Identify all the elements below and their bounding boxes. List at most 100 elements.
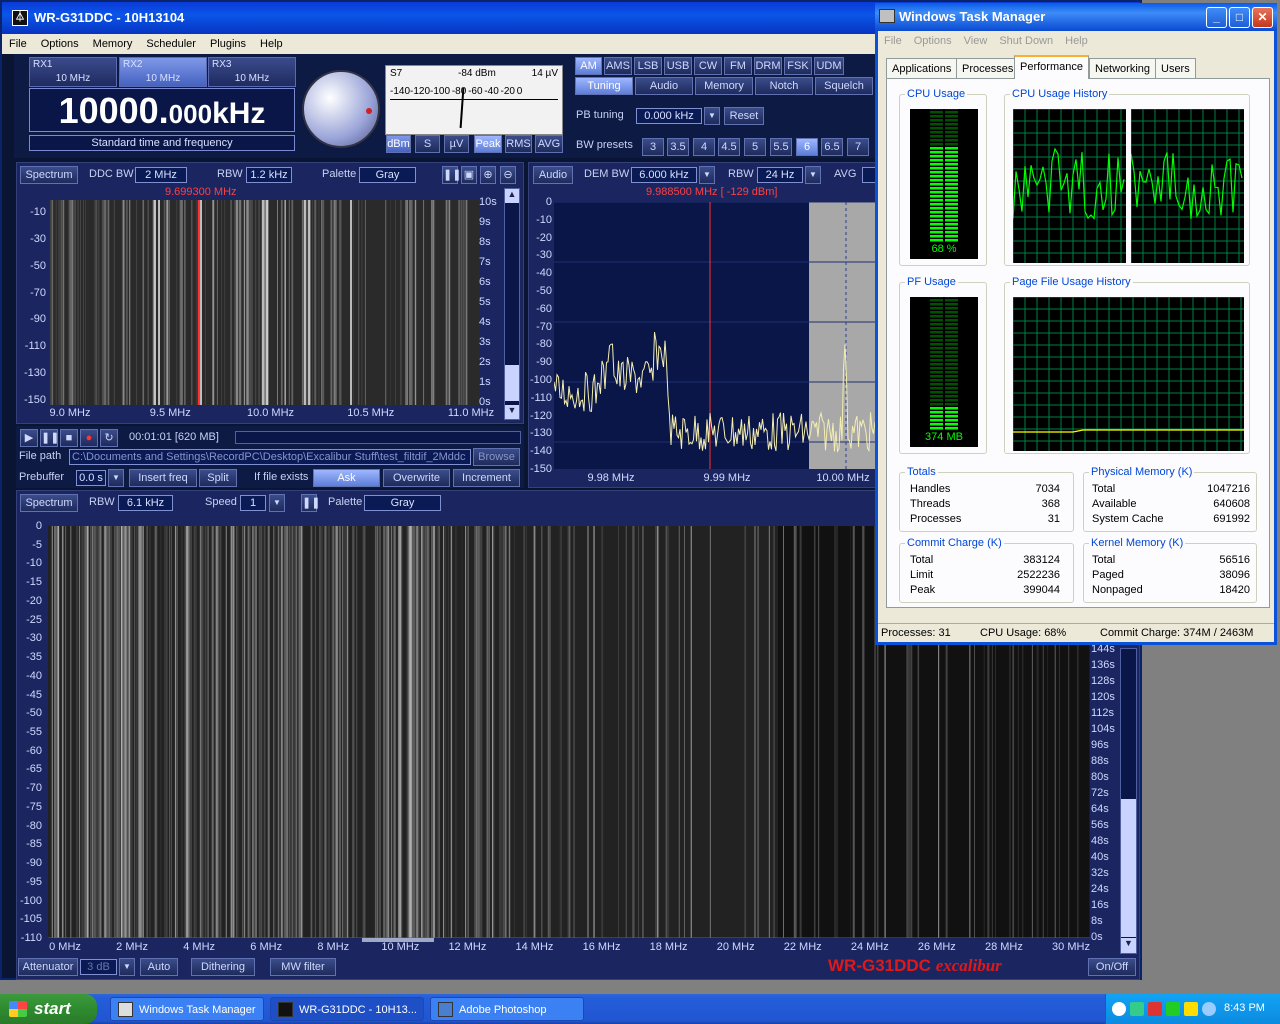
tray-security-icon[interactable]: [1148, 1002, 1162, 1016]
ddc-rbw-field[interactable]: 1.2 kHz: [246, 167, 292, 183]
pb-tuning-field[interactable]: 0.000 kHz: [636, 108, 702, 124]
menu-scheduler[interactable]: Scheduler: [139, 34, 203, 54]
tab-users[interactable]: Users: [1155, 58, 1196, 78]
bw-preset-button[interactable]: 3: [642, 138, 664, 156]
attenuator-dropdown-icon[interactable]: ▼: [119, 958, 135, 976]
insert-freq-button[interactable]: Insert freq: [129, 469, 197, 487]
audio-button[interactable]: Audio: [533, 166, 573, 184]
mode-fsk-button[interactable]: FSK: [784, 57, 812, 75]
on-off-button[interactable]: On/Off: [1088, 958, 1136, 976]
rx2-button[interactable]: RX2 10 MHz: [119, 57, 207, 87]
rx3-button[interactable]: RX3 10 MHz: [208, 57, 296, 87]
bw-preset-button[interactable]: 7: [847, 138, 869, 156]
rx1-button[interactable]: RX1 10 MHz: [29, 57, 117, 87]
bw-preset-button[interactable]: 4.5: [718, 138, 740, 156]
playback-slider[interactable]: [235, 431, 521, 444]
close-icon[interactable]: ✕: [1252, 7, 1273, 28]
ddc-waterfall[interactable]: [50, 200, 480, 405]
maximize-icon[interactable]: □: [1229, 7, 1250, 28]
mode-ams-button[interactable]: AMS: [604, 57, 632, 75]
ask-button[interactable]: Ask: [313, 469, 380, 487]
increment-button[interactable]: Increment: [453, 469, 520, 487]
meter-s-button[interactable]: S: [415, 135, 440, 153]
meter-rms-button[interactable]: RMS: [505, 135, 532, 153]
minimize-icon[interactable]: _: [1206, 7, 1227, 28]
wide-range-indicator[interactable]: [362, 938, 434, 942]
overwrite-button[interactable]: Overwrite: [383, 469, 450, 487]
tab-notch[interactable]: Notch: [755, 77, 813, 95]
tab-processes[interactable]: Processes: [956, 58, 1020, 78]
meter-uv-button[interactable]: µV: [444, 135, 469, 153]
tray-status-icon[interactable]: [1166, 1002, 1180, 1016]
dem-bw-field[interactable]: 6.000 kHz: [631, 167, 697, 183]
bw-preset-button[interactable]: 5: [744, 138, 766, 156]
start-button[interactable]: start: [0, 994, 97, 1024]
zoom-out-icon[interactable]: ⊖: [500, 166, 516, 184]
wide-palette-field[interactable]: Gray: [364, 495, 441, 511]
bw-preset-button[interactable]: 3.5: [667, 138, 689, 156]
reset-button[interactable]: Reset: [724, 107, 764, 125]
tab-performance[interactable]: Performance: [1014, 55, 1089, 79]
prebuffer-dropdown-icon[interactable]: ▼: [108, 469, 124, 487]
audio-rbw-field[interactable]: 24 Hz: [757, 167, 803, 183]
auto-button[interactable]: Auto: [140, 958, 178, 976]
scroll-down-icon[interactable]: ▼: [505, 405, 519, 419]
ddc-palette-field[interactable]: Gray: [359, 167, 416, 183]
meter-avg-button[interactable]: AVG: [535, 135, 563, 153]
ddc-bw-field[interactable]: 2 MHz: [135, 167, 187, 183]
menu-plugins[interactable]: Plugins: [203, 34, 253, 54]
rbw-dropdown-icon[interactable]: ▼: [805, 166, 821, 184]
wide-rbw-field[interactable]: 6.1 kHz: [118, 495, 173, 511]
play-icon[interactable]: ▶: [20, 429, 38, 447]
tm-menu-file[interactable]: File: [878, 31, 908, 51]
pause-icon[interactable]: ❚❚: [40, 429, 59, 447]
meter-peak-button[interactable]: Peak: [474, 135, 502, 153]
menu-options[interactable]: Options: [34, 34, 86, 54]
split-button[interactable]: Split: [199, 469, 237, 487]
tab-tuning[interactable]: Tuning: [575, 77, 633, 95]
taskbar-task-manager[interactable]: Windows Task Manager: [110, 997, 264, 1021]
tab-memory[interactable]: Memory: [695, 77, 753, 95]
bw-preset-button[interactable]: 5.5: [770, 138, 792, 156]
tab-audio[interactable]: Audio: [635, 77, 693, 95]
file-path-field[interactable]: C:\Documents and Settings\RecordPC\Deskt…: [69, 449, 471, 465]
mode-fm-button[interactable]: FM: [724, 57, 752, 75]
frequency-display[interactable]: 10000.000kHz: [29, 88, 295, 132]
tray-messenger-icon[interactable]: [1202, 1002, 1216, 1016]
pause-icon[interactable]: ❚❚: [442, 166, 461, 184]
mode-usb-button[interactable]: USB: [664, 57, 692, 75]
wide-scroll-thumb[interactable]: [1121, 799, 1136, 937]
mode-lsb-button[interactable]: LSB: [634, 57, 662, 75]
pb-dropdown-icon[interactable]: ▼: [704, 107, 720, 125]
ddc-spectrum-button[interactable]: Spectrum: [20, 166, 78, 184]
mode-udm-button[interactable]: UDM: [814, 57, 844, 75]
dem-dropdown-icon[interactable]: ▼: [699, 166, 715, 184]
ddc-scroll-thumb[interactable]: [505, 365, 519, 401]
tray-arrow-icon[interactable]: [1112, 1002, 1126, 1016]
scroll-down-icon[interactable]: ▼: [1121, 938, 1136, 953]
dithering-button[interactable]: Dithering: [191, 958, 255, 976]
taskbar-wr-g31ddc[interactable]: WR-G31DDC - 10H13...: [270, 997, 424, 1021]
tray-warning-icon[interactable]: [1184, 1002, 1198, 1016]
mode-cw-button[interactable]: CW: [694, 57, 722, 75]
tab-squelch[interactable]: Squelch: [815, 77, 873, 95]
bw-preset-button[interactable]: 4: [693, 138, 715, 156]
prebuffer-field[interactable]: 0.0 s: [76, 470, 106, 486]
save-icon[interactable]: ▣: [461, 166, 477, 184]
record-icon[interactable]: ●: [80, 429, 98, 447]
mode-drm-button[interactable]: DRM: [754, 57, 782, 75]
tm-title-bar[interactable]: Windows Task Manager _ □ ✕: [875, 3, 1277, 31]
tm-menu-view[interactable]: View: [958, 31, 994, 51]
speed-dropdown-icon[interactable]: ▼: [269, 494, 285, 512]
mw-filter-button[interactable]: MW filter: [270, 958, 336, 976]
wide-pause-icon[interactable]: ❚❚: [301, 494, 320, 512]
tab-applications[interactable]: Applications: [886, 58, 958, 78]
tuning-knob[interactable]: [302, 70, 380, 148]
zoom-in-icon[interactable]: ⊕: [480, 166, 496, 184]
ddc-scrollbar[interactable]: ▲ ▼: [504, 188, 520, 420]
taskbar-photoshop[interactable]: Adobe Photoshop: [430, 997, 584, 1021]
tab-networking[interactable]: Networking: [1089, 58, 1157, 78]
wide-scrollbar[interactable]: ▼: [1120, 648, 1137, 954]
menu-memory[interactable]: Memory: [86, 34, 140, 54]
tray-network-icon[interactable]: [1130, 1002, 1144, 1016]
